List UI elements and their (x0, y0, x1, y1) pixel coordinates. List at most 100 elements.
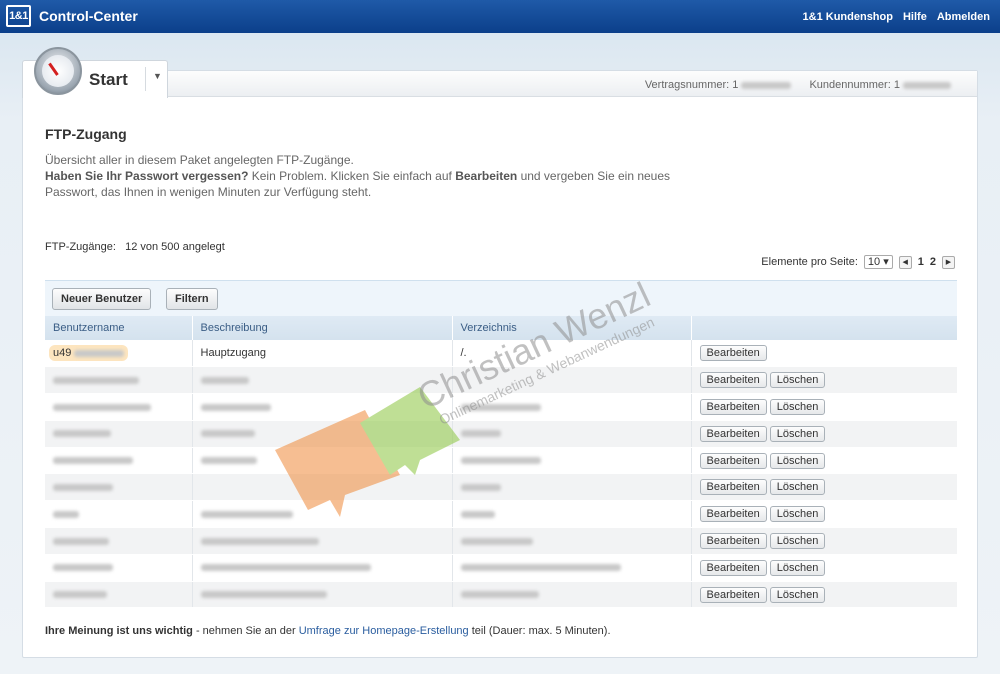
redacted-value (53, 457, 133, 465)
directory-cell (452, 581, 692, 609)
per-page-select[interactable]: 10 ▾ (863, 255, 893, 269)
description-cell (192, 554, 453, 582)
edit-button[interactable]: Bearbeiten (699, 345, 767, 362)
brand-logo[interactable]: 1&1 (6, 5, 31, 27)
username-cell (45, 581, 193, 609)
delete-button[interactable]: Löschen (769, 586, 826, 603)
redacted-value (53, 564, 113, 572)
new-user-button[interactable]: Neuer Benutzer (52, 288, 152, 310)
username-cell (45, 500, 193, 529)
redacted-value (200, 457, 257, 465)
table-row: Bearbeiten Löschen (45, 527, 957, 555)
redacted-value (460, 591, 539, 599)
start-tab[interactable]: Start ▼ (22, 47, 168, 98)
prev-page-icon[interactable]: ◀ (898, 255, 912, 269)
col-username[interactable]: Benutzername (45, 316, 193, 340)
edit-button[interactable]: Bearbeiten (699, 398, 767, 415)
description-cell (192, 393, 453, 421)
shop-link[interactable]: 1&1 Kundenshop (803, 11, 893, 23)
start-tab-label: Start (89, 70, 128, 89)
directory-cell (452, 473, 692, 502)
username-cell (45, 420, 193, 448)
chevron-down-icon[interactable]: ▼ (153, 71, 162, 81)
table-row: u49 Hauptzugang/. Bearbeiten (45, 340, 957, 368)
delete-button[interactable]: Löschen (769, 506, 826, 523)
redacted-value (460, 430, 501, 438)
redacted-value (460, 483, 501, 491)
edit-button[interactable]: Bearbeiten (699, 559, 767, 576)
delete-button[interactable]: Löschen (769, 479, 826, 496)
col-description[interactable]: Beschreibung (192, 316, 453, 340)
gauge-needle (48, 62, 59, 76)
edit-button[interactable]: Bearbeiten (699, 532, 767, 549)
customer-number: Kundennummer: 1 (809, 79, 951, 91)
logout-link[interactable]: Abmelden (937, 11, 990, 23)
intro-line-3: Passwort, das Ihnen in wenigen Minuten z… (45, 185, 372, 199)
delete-button[interactable]: Löschen (769, 372, 826, 389)
table-row: Bearbeiten Löschen (45, 581, 957, 609)
delete-button[interactable]: Löschen (769, 425, 826, 442)
directory-cell (452, 554, 692, 582)
description-cell (192, 366, 453, 395)
intro-text: Übersicht aller in diesem Paket angelegt… (45, 152, 745, 200)
edit-button[interactable]: Bearbeiten (699, 479, 767, 496)
delete-button[interactable]: Löschen (769, 532, 826, 549)
directory-cell (452, 420, 692, 448)
actions-cell: Bearbeiten Löschen (691, 473, 957, 502)
page-title: FTP-Zugang (45, 126, 127, 142)
description-cell (192, 500, 453, 529)
table-toolbar: Neuer Benutzer Filtern (45, 280, 957, 316)
actions-cell: Bearbeiten Löschen (691, 500, 957, 529)
username-cell: u49 (45, 340, 193, 368)
redacted-value (200, 537, 319, 545)
page-2[interactable]: 2 (930, 256, 936, 268)
username-cell-highlight: u49 (49, 345, 129, 362)
description-cell (192, 420, 453, 448)
table-row: Bearbeiten Löschen (45, 500, 957, 529)
feedback-note: Ihre Meinung ist uns wichtig - nehmen Si… (45, 625, 611, 637)
feedback-bold: Ihre Meinung ist uns wichtig (45, 625, 193, 637)
intro-line-2: Haben Sie Ihr Passwort vergessen? Kein P… (45, 169, 671, 183)
redacted-value (53, 510, 79, 518)
actions-cell: Bearbeiten Löschen (691, 393, 957, 421)
redacted-value (460, 510, 495, 518)
col-directory[interactable]: Verzeichnis (452, 316, 692, 340)
directory-cell (452, 500, 692, 529)
redacted-value (200, 430, 255, 438)
redacted-value (200, 510, 293, 518)
redacted-value (53, 591, 107, 599)
table-row: Bearbeiten Löschen (45, 473, 957, 502)
speedometer-icon (34, 47, 82, 95)
contract-number: Vertragsnummer: 1 (645, 79, 792, 91)
table-row: Bearbeiten Löschen (45, 393, 957, 421)
redacted-value (53, 376, 139, 384)
redacted-value (200, 591, 327, 599)
redacted-value (460, 403, 541, 411)
edit-button[interactable]: Bearbeiten (699, 452, 767, 469)
page-1[interactable]: 1 (918, 256, 924, 268)
help-link[interactable]: Hilfe (903, 11, 927, 23)
edit-button[interactable]: Bearbeiten (699, 506, 767, 523)
next-page-icon[interactable]: ▶ (942, 255, 955, 269)
filter-button[interactable]: Filtern (166, 288, 218, 310)
table-row: Bearbeiten Löschen (45, 420, 957, 448)
delete-button[interactable]: Löschen (769, 398, 826, 415)
redacted-value (200, 564, 371, 572)
redacted-value (460, 457, 541, 465)
redacted-value (200, 376, 249, 384)
description-cell (192, 447, 453, 475)
redacted-value (903, 81, 951, 89)
delete-button[interactable]: Löschen (769, 559, 826, 576)
redacted-value (53, 483, 113, 491)
description-cell (192, 581, 453, 609)
col-actions (691, 316, 957, 340)
redacted-value (74, 349, 125, 357)
description-cell: Hauptzugang (192, 340, 453, 368)
delete-button[interactable]: Löschen (769, 452, 826, 469)
edit-button[interactable]: Bearbeiten (699, 425, 767, 442)
survey-link[interactable]: Umfrage zur Homepage-Erstellung (299, 625, 469, 637)
table-header-row: Benutzername Beschreibung Verzeichnis (45, 316, 957, 340)
edit-button[interactable]: Bearbeiten (699, 586, 767, 603)
edit-button[interactable]: Bearbeiten (699, 372, 767, 389)
app-title: Control-Center (39, 8, 138, 24)
